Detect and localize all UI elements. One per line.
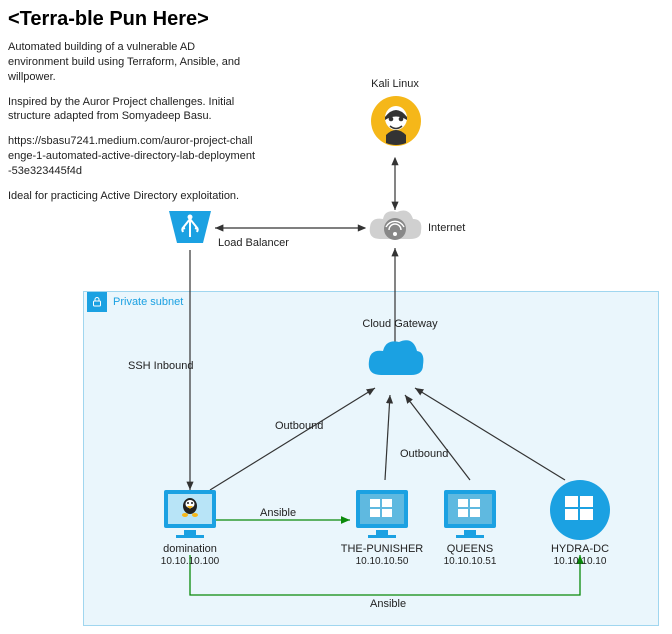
gateway-icon [365, 335, 427, 388]
domination-name: domination [158, 543, 222, 555]
hydra-icon [548, 478, 612, 547]
outbound1-label: Outbound [275, 420, 323, 432]
desc-p2: Inspired by the Auror Project challenges… [8, 95, 258, 125]
private-subnet-label: Private subnet [113, 296, 183, 308]
domination-ip: 10.10.10.100 [158, 556, 222, 567]
ssh-inbound-label: SSH Inbound [128, 360, 193, 372]
gateway-label: Cloud Gateway [360, 318, 440, 330]
ansible2-label: Ansible [370, 598, 406, 610]
description-block: Automated building of a vulnerable AD en… [8, 40, 258, 214]
queens-ip: 10.10.10.51 [438, 556, 502, 567]
desc-p3: https://sbasu7241.medium.com/auror-proje… [8, 134, 258, 179]
queens-name: QUEENS [438, 543, 502, 555]
kali-label: Kali Linux [365, 78, 425, 90]
loadbalancer-icon [165, 207, 215, 254]
punisher-name: THE-PUNISHER [340, 543, 424, 555]
loadbalancer-label: Load Balancer [218, 237, 289, 249]
hydra-ip: 10.10.10.10 [548, 556, 612, 567]
desc-p4: Ideal for practicing Active Directory ex… [8, 189, 258, 204]
internet-label: Internet [428, 222, 465, 234]
private-subnet-header: Private subnet [83, 291, 183, 313]
queens-icon [438, 486, 502, 547]
desc-p1: Automated building of a vulnerable AD en… [8, 40, 258, 85]
domination-icon [158, 486, 222, 547]
lock-icon [87, 292, 107, 312]
page-title: <Terra-ble Pun Here> [8, 8, 209, 31]
outbound2-label: Outbound [400, 448, 448, 460]
kali-icon [370, 95, 422, 152]
ansible1-label: Ansible [260, 507, 296, 519]
internet-icon [365, 207, 425, 254]
punisher-icon [350, 486, 414, 547]
punisher-ip: 10.10.10.50 [350, 556, 414, 567]
hydra-name: HYDRA-DC [548, 543, 612, 555]
